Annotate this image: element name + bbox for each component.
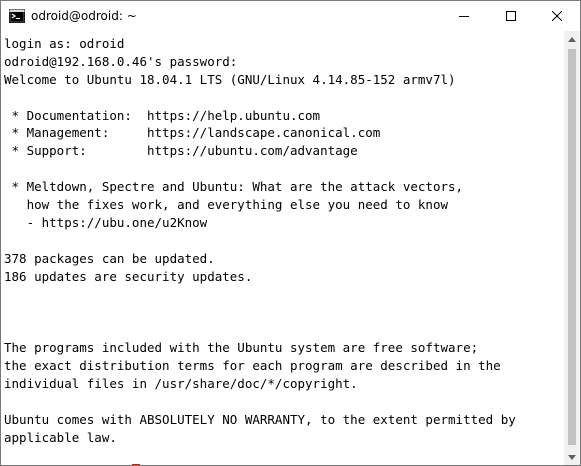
terminal-line: * Management: https://landscape.canonica… (4, 125, 381, 141)
terminal-line: Welcome to Ubuntu 18.04.1 LTS (GNU/Linux… (4, 71, 456, 87)
chevron-down-icon (568, 454, 576, 460)
prompt-line[interactable]: odroid@odroid:~$ (4, 464, 564, 465)
terminal-line: - https://ubu.one/u2Know (4, 214, 208, 230)
terminal-app-icon[interactable] (9, 8, 25, 24)
maximize-button[interactable] (488, 1, 534, 31)
terminal-line: 378 packages can be updated. (4, 250, 215, 266)
scroll-up-button[interactable] (564, 31, 580, 47)
terminal-line: * Support: https://ubuntu.com/advantage (4, 143, 358, 159)
terminal-line: login as: odroid (4, 36, 125, 51)
terminal-window: odroid@odroid: ~ login as: odroid odroid@… (0, 0, 581, 466)
minimize-button[interactable] (441, 1, 487, 31)
terminal-line: how the fixes work, and everything else … (4, 197, 449, 213)
terminal-line: individual files in /usr/share/doc/*/cop… (4, 375, 358, 391)
text-cursor (131, 464, 140, 465)
terminal-line: The programs included with the Ubuntu sy… (4, 340, 479, 356)
scroll-down-button[interactable] (564, 449, 580, 465)
vertical-scrollbar[interactable] (564, 31, 580, 465)
terminal-text: login as: odroid odroid@192.168.0.46's pa… (1, 31, 564, 465)
minimize-icon (459, 16, 469, 17)
close-icon (552, 11, 562, 21)
terminal-line: applicable law. (4, 429, 117, 445)
terminal-line: * Meltdown, Spectre and Ubuntu: What are… (4, 179, 464, 195)
scroll-thumb[interactable] (568, 49, 576, 445)
title-bar[interactable]: odroid@odroid: ~ (1, 1, 580, 31)
window-title: odroid@odroid: ~ (31, 9, 137, 23)
terminal-line: Ubuntu comes with ABSOLUTELY NO WARRANTY… (4, 411, 516, 427)
chevron-up-icon (568, 36, 576, 42)
terminal-line: * Documentation: https://help.ubuntu.com (4, 107, 321, 123)
terminal-output-area[interactable]: login as: odroid odroid@192.168.0.46's pa… (1, 31, 564, 465)
terminal-line: odroid@192.168.0.46's password: (4, 53, 238, 69)
close-button[interactable] (534, 1, 580, 31)
terminal-line: the exact distribution terms for each pr… (4, 358, 501, 374)
terminal-line: 186 updates are security updates. (4, 268, 253, 284)
maximize-icon (506, 11, 516, 21)
